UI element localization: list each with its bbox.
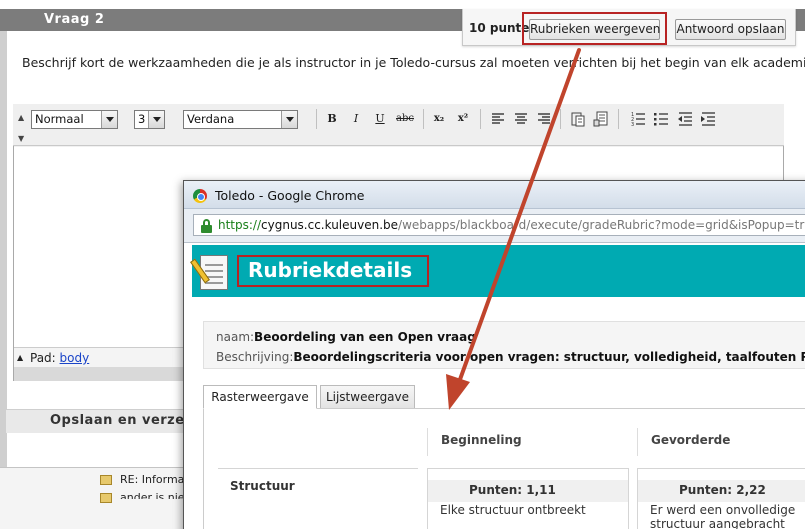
toolbar-divider xyxy=(560,109,561,129)
format-select-value: Normaal xyxy=(35,112,84,126)
rubric-popup-window: Toledo - Google Chrome https://cygnus.cc… xyxy=(183,180,805,529)
row-label-structure: Structuur xyxy=(230,479,295,493)
cell-description: structuur aangebracht xyxy=(650,517,785,529)
rubric-name-value: Beoordeling van een Open vraag xyxy=(254,330,476,344)
lock-icon xyxy=(201,219,212,233)
cell-points: Punten: 2,22 xyxy=(679,483,766,497)
align-left-icon[interactable] xyxy=(490,111,506,127)
row-divider xyxy=(218,468,418,469)
toolbar-collapse-down-icon[interactable]: ▼ xyxy=(18,134,24,143)
tab-grid-view[interactable]: Rasterweergave xyxy=(203,385,317,409)
paste-text-icon[interactable] xyxy=(593,111,609,127)
svg-text:3: 3 xyxy=(631,122,634,127)
address-bar: https://cygnus.cc.kuleuven.be/webapps/bl… xyxy=(184,209,805,243)
font-family-select-value: Verdana xyxy=(187,112,235,126)
rubric-description-label: Beschrijving: xyxy=(216,350,294,364)
save-and-submit-button[interactable]: Opslaan en verzen xyxy=(50,413,194,428)
tab-list-view[interactable]: Lijstweergave xyxy=(320,385,415,409)
align-center-icon[interactable] xyxy=(513,111,529,127)
font-size-select[interactable]: 3 xyxy=(134,110,165,129)
question-text: Beschrijf kort de werkzaamheden die je a… xyxy=(22,55,805,70)
cell-description: Elke structuur ontbreekt xyxy=(440,503,586,517)
question-title: Vraag 2 xyxy=(44,12,105,27)
bold-icon[interactable]: B xyxy=(324,111,340,127)
column-header-beginner: Beginneling xyxy=(441,433,522,447)
chevron-down-icon xyxy=(101,111,117,128)
url-host: cygnus.cc.kuleuven.be xyxy=(261,218,399,232)
rubric-title-highlight xyxy=(237,255,429,287)
path-collapse-icon[interactable]: ▲ xyxy=(17,348,23,368)
rubric-document-icon xyxy=(190,252,232,292)
rubric-button-highlight xyxy=(522,12,667,45)
save-answer-button[interactable]: Antwoord opslaan xyxy=(675,19,786,40)
font-size-select-value: 3 xyxy=(138,112,146,126)
message-icon xyxy=(100,475,112,485)
url-path: /webapps/blackboard/execute/gradeRubric?… xyxy=(398,218,805,232)
numbered-list-icon[interactable]: 123 xyxy=(630,111,646,127)
path-label: Pad: xyxy=(30,351,56,365)
path-body-link[interactable]: body xyxy=(60,351,90,365)
chevron-down-icon xyxy=(148,111,164,128)
subscript-icon[interactable]: x₂ xyxy=(431,111,447,127)
rubric-name-line: naam:Beoordeling van een Open vraag xyxy=(216,330,476,344)
message-item[interactable]: ander is niet xyxy=(120,491,184,499)
page-left-edge xyxy=(0,31,7,529)
bullet-list-icon[interactable] xyxy=(653,111,669,127)
message-item[interactable]: RE: Informat xyxy=(120,473,184,486)
cell-description: Er werd een onvolledige xyxy=(650,503,796,517)
paste-icon[interactable] xyxy=(570,111,586,127)
column-divider xyxy=(637,428,638,456)
toolbar-divider xyxy=(316,109,317,129)
chevron-down-icon xyxy=(281,111,297,128)
window-title: Toledo - Google Chrome xyxy=(215,188,365,203)
strikethrough-icon[interactable]: abc xyxy=(394,111,416,127)
toolbar-divider xyxy=(423,109,424,129)
italic-icon[interactable]: I xyxy=(348,111,364,127)
url-scheme: https:// xyxy=(218,218,262,232)
column-header-advanced: Gevorderde xyxy=(651,433,731,447)
rubric-name-label: naam: xyxy=(216,330,255,344)
underline-icon[interactable]: U xyxy=(372,111,388,127)
toolbar-divider xyxy=(618,109,619,129)
format-select[interactable]: Normaal xyxy=(31,110,118,129)
superscript-icon[interactable]: x² xyxy=(455,111,471,127)
outdent-icon[interactable] xyxy=(677,111,693,127)
align-right-icon[interactable] xyxy=(536,111,552,127)
cell-points: Punten: 1,11 xyxy=(469,483,556,497)
rubric-description-value: Beoordelingscriteria voor open vragen: s… xyxy=(293,350,805,364)
url-text: https://cygnus.cc.kuleuven.be/webapps/bl… xyxy=(218,218,805,232)
toolbar-collapse-up-icon[interactable]: ▲ xyxy=(18,113,24,122)
url-field[interactable]: https://cygnus.cc.kuleuven.be/webapps/bl… xyxy=(193,214,805,236)
window-titlebar[interactable]: Toledo - Google Chrome xyxy=(184,181,805,209)
font-family-select[interactable]: Verdana xyxy=(183,110,298,129)
rubric-description-line: Beschrijving:Beoordelingscriteria voor o… xyxy=(216,350,805,364)
column-divider xyxy=(427,428,428,456)
indent-icon[interactable] xyxy=(700,111,716,127)
message-icon xyxy=(100,493,112,503)
chrome-icon xyxy=(193,189,207,203)
toolbar-divider xyxy=(480,109,481,129)
